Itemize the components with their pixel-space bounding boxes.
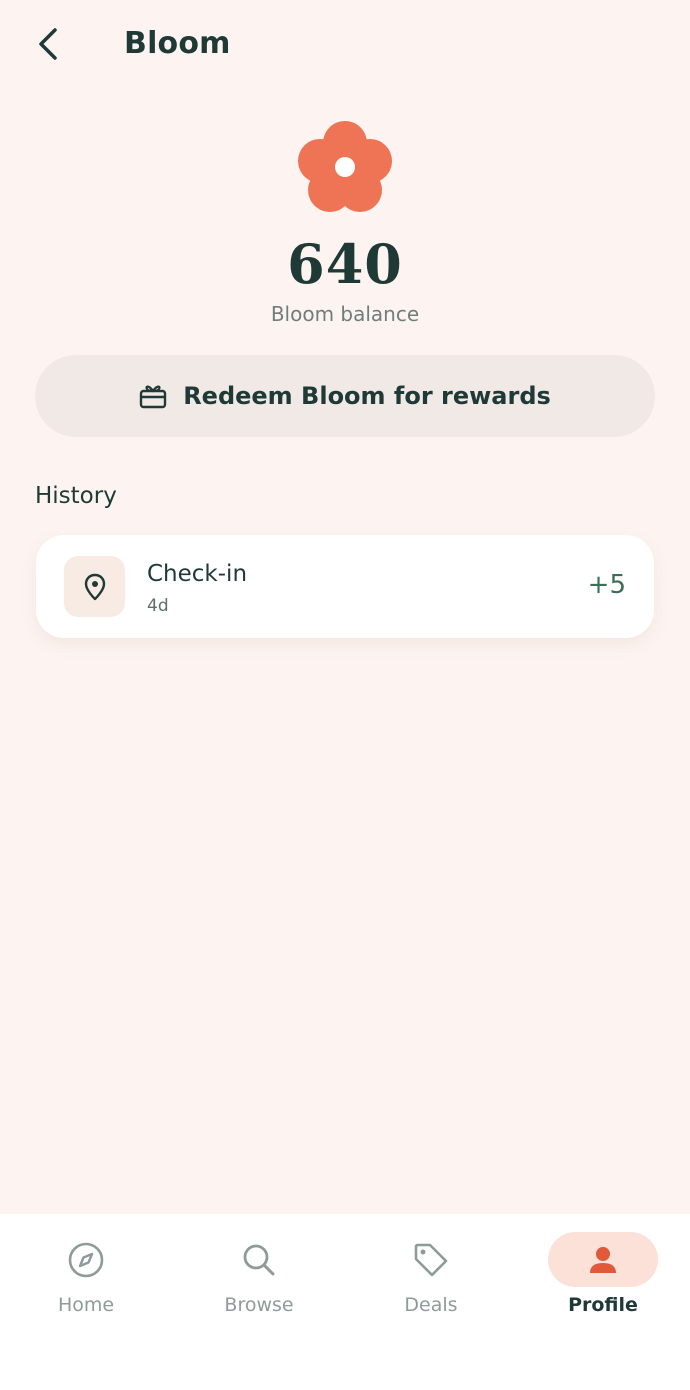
redeem-button-label: Redeem Bloom for rewards xyxy=(183,382,551,410)
tab-browse[interactable]: Browse xyxy=(184,1232,334,1332)
person-icon xyxy=(590,1247,616,1273)
tab-home-label: Home xyxy=(57,1294,115,1316)
history-item[interactable]: Check-in 4d +5 xyxy=(36,535,654,638)
tab-deals-label: Deals xyxy=(404,1294,458,1316)
chevron-left-icon xyxy=(39,28,57,60)
tab-browse-label: Browse xyxy=(224,1294,294,1316)
search-icon xyxy=(243,1244,275,1276)
compass-icon xyxy=(68,1242,104,1278)
redeem-rewards-button[interactable]: Redeem Bloom for rewards xyxy=(35,355,655,437)
history-item-points: +5 xyxy=(587,570,626,600)
location-pin-icon xyxy=(84,573,105,600)
back-button[interactable] xyxy=(26,22,70,66)
tag-icon xyxy=(414,1243,448,1277)
header: Bloom xyxy=(0,0,690,92)
history-heading: History xyxy=(35,483,117,509)
bloom-balance-label: Bloom balance xyxy=(270,302,420,326)
bottom-tab-bar: Home Browse Deals Profile xyxy=(0,1214,690,1390)
gift-card-icon xyxy=(139,385,167,409)
flower-icon xyxy=(298,121,392,212)
history-item-title: Check-in xyxy=(147,561,248,587)
bloom-balance-value: 640 xyxy=(287,232,403,296)
tab-deals[interactable]: Deals xyxy=(356,1232,506,1332)
tab-profile[interactable]: Profile xyxy=(528,1232,678,1332)
history-item-time: 4d xyxy=(147,596,169,616)
history-item-icon-box xyxy=(64,556,125,617)
tab-home[interactable]: Home xyxy=(11,1232,161,1332)
tab-profile-label: Profile xyxy=(568,1294,638,1316)
page-title: Bloom xyxy=(124,26,231,61)
